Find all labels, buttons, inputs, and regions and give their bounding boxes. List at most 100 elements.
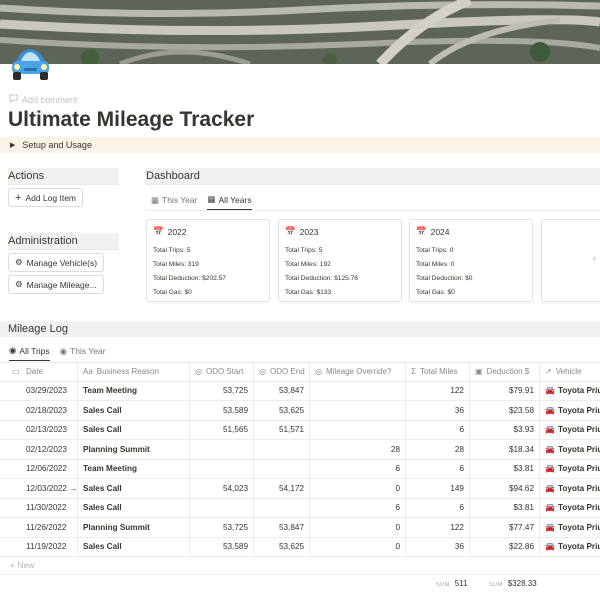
- year-card-2024[interactable]: 📅 2024 Total Trips: 0 Total Miles: 0 Tota…: [409, 219, 533, 302]
- date-cell[interactable]: 03/29/2023: [0, 381, 78, 400]
- date-cell[interactable]: 12/03/2022 →: [0, 479, 78, 498]
- table-row[interactable]: 02/18/2023 Sales Call 53,589 53,625 36 $23.58…: [0, 401, 600, 421]
- business-reason-cell[interactable]: Planning Summit: [78, 440, 190, 459]
- business-reason-cell[interactable]: Planning Summit: [78, 518, 190, 537]
- total-miles-cell[interactable]: 122: [406, 381, 470, 400]
- mileage-override-cell[interactable]: 6: [310, 498, 406, 517]
- business-reason-cell[interactable]: Sales Call: [78, 479, 190, 498]
- table-row[interactable]: 02/12/2023 Planning Summit 28 28 $18.34 🚘 Toyo…: [0, 440, 600, 460]
- odo-start-cell[interactable]: 54,023: [190, 479, 254, 498]
- date-cell[interactable]: 11/26/2022: [0, 518, 78, 537]
- business-reason-cell[interactable]: Sales Call: [78, 401, 190, 420]
- vehicle-cell[interactable]: 🚘Toyota Prius: [540, 538, 600, 557]
- odo-end-cell[interactable]: [254, 498, 310, 517]
- table-row[interactable]: 11/26/2022 Planning Summit 53,725 53,847 0 12…: [0, 518, 600, 538]
- deduction-cell[interactable]: $23.58: [470, 401, 540, 420]
- mileage-override-cell[interactable]: 6: [310, 459, 406, 478]
- odo-start-cell[interactable]: 53,725: [190, 518, 254, 537]
- vehicle-cell[interactable]: 🚘Toyota Prius: [540, 518, 600, 537]
- car-icon[interactable]: [8, 44, 54, 84]
- odo-start-cell[interactable]: 53,725: [190, 381, 254, 400]
- date-cell[interactable]: 11/19/2022: [0, 537, 78, 556]
- date-cell[interactable]: 12/06/2022: [0, 459, 78, 478]
- deduction-cell[interactable]: $77.47: [470, 518, 540, 537]
- odo-end-cell[interactable]: 53,625: [254, 401, 310, 420]
- mileage-override-cell[interactable]: [310, 420, 406, 439]
- mileage-override-cell[interactable]: 0: [310, 537, 406, 556]
- vehicle-cell[interactable]: 🚘Toyota Prius: [540, 479, 600, 498]
- business-reason-cell[interactable]: Sales Call: [78, 498, 190, 517]
- mileage-override-cell[interactable]: 0: [310, 479, 406, 498]
- table-row[interactable]: 11/19/2022 Sales Call 53,589 53,625 0 36 $22.8…: [0, 537, 600, 557]
- deduction-cell[interactable]: $94.62: [470, 479, 540, 498]
- deduction-cell[interactable]: $22.86: [470, 537, 540, 556]
- mileage-override-cell[interactable]: 28: [310, 440, 406, 459]
- tab-all-trips[interactable]: ◉ All Trips: [9, 345, 50, 361]
- column-header-odo-end[interactable]: ◎ ODO End: [254, 363, 310, 381]
- column-header-mileage-override[interactable]: ◎ Mileage Override?: [310, 363, 406, 381]
- deduction-cell[interactable]: $3.81: [470, 498, 540, 517]
- total-miles-cell[interactable]: 6: [406, 459, 470, 478]
- odo-start-cell[interactable]: [190, 459, 254, 478]
- odo-start-cell[interactable]: 51,565: [190, 420, 254, 439]
- column-header-total-miles[interactable]: Σ Total Miles: [406, 363, 470, 381]
- setup-toggle[interactable]: ▶ Setup and Usage: [0, 137, 600, 153]
- date-cell[interactable]: 02/12/2023: [0, 440, 78, 459]
- date-cell[interactable]: 02/18/2023: [0, 401, 78, 420]
- odo-end-cell[interactable]: [254, 440, 310, 459]
- date-cell[interactable]: 11/30/2022: [0, 498, 78, 517]
- column-header-business-reason[interactable]: Aa Business Reason: [78, 363, 190, 381]
- odo-end-cell[interactable]: 51,571: [254, 420, 310, 439]
- tab-this-year[interactable]: ◉ This Year: [60, 345, 106, 361]
- odo-end-cell[interactable]: 53,625: [254, 537, 310, 556]
- manage-vehicles-button[interactable]: ⚙ Manage Vehicle(s): [8, 253, 105, 272]
- year-card-2022[interactable]: 📅 2022 Total Trips: 5 Total Miles: 319 To…: [146, 219, 270, 302]
- deduction-cell[interactable]: $3.81: [470, 459, 540, 478]
- table-row[interactable]: 02/13/2023 Sales Call 51,565 51,571 6 $3.93 🚘 T…: [0, 420, 600, 440]
- odo-start-cell[interactable]: 53,589: [190, 401, 254, 420]
- deduction-cell[interactable]: $79.91: [470, 381, 540, 400]
- manage-mileage-button[interactable]: ⚙ Manage Mileage...: [8, 275, 104, 294]
- mileage-override-cell[interactable]: [310, 401, 406, 420]
- vehicle-cell[interactable]: 🚘Toyota Prius: [540, 401, 600, 420]
- vehicle-cell[interactable]: 🚘Toyota Prius: [540, 421, 600, 440]
- vehicle-cell[interactable]: 🚘Toyota Prius: [540, 499, 600, 518]
- deduction-cell[interactable]: $3.93: [470, 420, 540, 439]
- business-reason-cell[interactable]: Team Meeting: [78, 381, 190, 400]
- vehicle-cell[interactable]: 🚘Toyota Prius: [540, 382, 600, 401]
- triangle-right-icon[interactable]: ▶: [10, 141, 15, 149]
- sum-total-deduction[interactable]: SUM $328.33: [489, 579, 537, 588]
- odo-start-cell[interactable]: [190, 440, 254, 459]
- total-miles-cell[interactable]: 6: [406, 498, 470, 517]
- add-log-item-button[interactable]: + Add Log Item: [8, 188, 83, 207]
- column-header-odo-start[interactable]: ◎ ODO Start: [190, 363, 254, 381]
- mileage-override-cell[interactable]: [310, 381, 406, 400]
- column-header-date[interactable]: ▭ Date: [0, 363, 78, 381]
- odo-start-cell[interactable]: [190, 498, 254, 517]
- table-row[interactable]: 12/03/2022 → Sales Call 54,023 54,172 0 149 $9…: [0, 479, 600, 499]
- vehicle-cell[interactable]: 🚘Toyota Prius: [540, 460, 600, 479]
- year-card-2023[interactable]: 📅 2023 Total Trips: 5 Total Miles: 192 To…: [278, 219, 402, 302]
- tab-all-years[interactable]: ▦ All Years: [207, 194, 252, 210]
- column-header-vehicle[interactable]: ↗ Vehicle: [540, 363, 600, 381]
- vehicle-cell[interactable]: 🚘Toyota Prius: [540, 440, 600, 459]
- new-row-button[interactable]: + New: [10, 560, 34, 570]
- tab-this-year[interactable]: ▦ This Year: [151, 194, 197, 210]
- add-comment-link[interactable]: Add comment: [9, 94, 78, 105]
- table-row[interactable]: 12/06/2022 Team Meeting 6 6 $3.81 🚘 Toyota Pri…: [0, 459, 600, 479]
- odo-end-cell[interactable]: 53,847: [254, 381, 310, 400]
- odo-end-cell[interactable]: [254, 459, 310, 478]
- date-cell[interactable]: 02/13/2023: [0, 420, 78, 439]
- odo-end-cell[interactable]: 53,847: [254, 518, 310, 537]
- column-header-deduction[interactable]: ▣ Deduction $: [470, 363, 540, 381]
- deduction-cell[interactable]: $18.34: [470, 440, 540, 459]
- table-row[interactable]: 11/30/2022 Sales Call 6 6 $3.81 🚘Toyota Prius: [0, 498, 600, 518]
- business-reason-cell[interactable]: Sales Call: [78, 420, 190, 439]
- total-miles-cell[interactable]: 122: [406, 518, 470, 537]
- total-miles-cell[interactable]: 36: [406, 537, 470, 556]
- total-miles-cell[interactable]: 149: [406, 479, 470, 498]
- business-reason-cell[interactable]: Sales Call: [78, 537, 190, 556]
- business-reason-cell[interactable]: Team Meeting: [78, 459, 190, 478]
- sum-total-miles[interactable]: SUM 511: [436, 579, 468, 588]
- mileage-override-cell[interactable]: 0: [310, 518, 406, 537]
